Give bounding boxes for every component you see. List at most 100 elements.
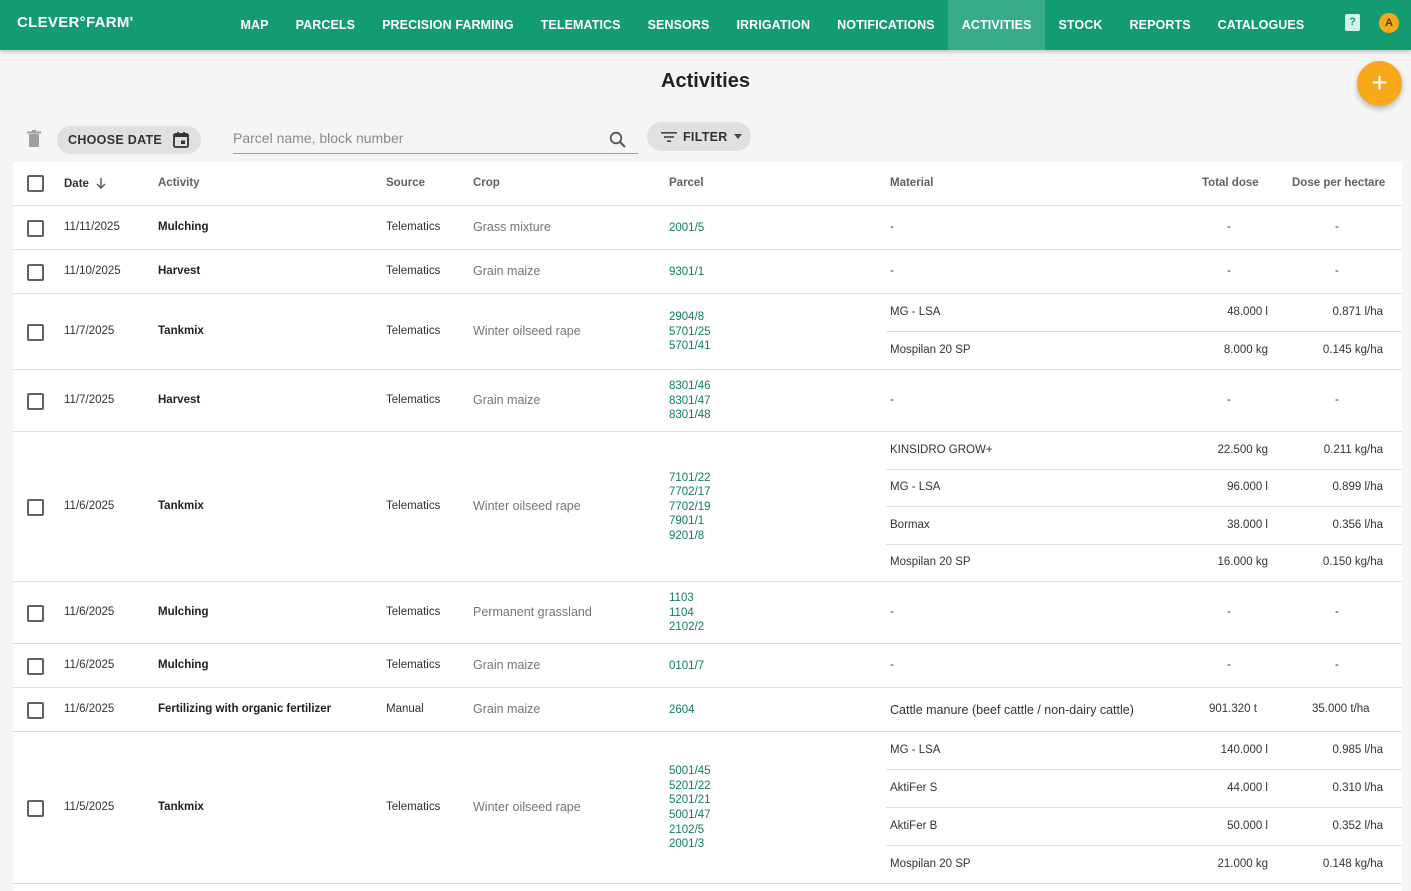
dose-per-hectare: - [1335,606,1339,618]
row-activity[interactable]: Tankmix [158,801,204,813]
table-row: 11/6/2025 Mulching Telematics Grain maize 01… [13,644,1402,688]
total-dose: 21.000 kg [1217,858,1268,870]
parcel-link[interactable]: 0101/7 [669,659,704,674]
column-header-dose-per-hectare: Dose per hectare [1292,177,1386,189]
parcel-link[interactable]: 7702/19 [669,500,711,515]
column-header-material: Material [890,177,934,189]
row-date: 11/6/2025 [64,500,115,512]
row-activity[interactable]: Mulching [158,659,208,671]
parcel-link[interactable]: 9301/1 [669,265,704,280]
row-checkbox[interactable] [27,323,44,341]
row-date: 11/6/2025 [64,703,115,715]
dose-per-hectare: 0.148 kg/ha [1322,858,1383,870]
parcel-link[interactable]: 2001/3 [669,837,711,852]
row-checkbox[interactable] [27,701,44,719]
row-source: Telematics [386,221,441,233]
row-checkbox[interactable] [27,219,44,237]
help-icon[interactable]: ? [1345,14,1360,31]
total-dose: - [1227,659,1231,671]
top-bar: CLEVER°FARM' MAP PARCELS PRECISION FARMING… [0,0,1411,50]
add-activity-button[interactable]: + [1357,61,1402,106]
parcel-link[interactable]: 8301/47 [669,394,711,409]
search-field[interactable] [233,124,638,154]
parcel-link[interactable]: 5701/41 [669,339,711,354]
clever-farm-logo[interactable]: CLEVER°FARM' [17,14,134,31]
dose-per-hectare: - [1335,265,1339,277]
nav-item-notifications[interactable]: NOTIFICATIONS [824,0,949,50]
total-dose: 96.000 l [1227,481,1268,494]
nav-item-sensors[interactable]: SENSORS [634,0,723,50]
parcel-link[interactable]: 7702/17 [669,485,711,500]
row-checkbox[interactable] [27,263,44,281]
parcel-link[interactable]: 9201/8 [669,529,711,544]
nav-item-activities[interactable]: ACTIVITIES [948,0,1045,50]
row-activity[interactable]: Harvest [158,265,200,277]
select-all-checkbox[interactable] [27,175,44,192]
row-checkbox[interactable] [27,799,44,817]
dose-per-hectare: - [1335,394,1339,406]
nav-item-stock[interactable]: STOCK [1045,0,1116,50]
search-icon[interactable] [609,131,626,148]
row-crop: Grain maize [473,702,541,716]
user-avatar[interactable]: A [1379,13,1399,33]
parcel-link[interactable]: 2001/5 [669,221,704,236]
row-crop: Winter oilseed rape [473,324,581,338]
nav-item-parcels[interactable]: PARCELS [282,0,369,50]
row-checkbox[interactable] [27,392,44,410]
row-activity[interactable]: Mulching [158,221,208,233]
material-name: Cattle manure (beef cattle / non-dairy c… [890,703,1134,717]
parcel-link[interactable]: 5001/47 [669,808,711,823]
parcel-link[interactable]: 1104 [669,606,704,621]
row-parcels: 2904/8 5701/25 5701/41 [669,310,711,354]
row-crop: Grain maize [473,393,541,407]
material-row: MG - LSA 140.000 l 0.985 l/ha [886,732,1402,770]
row-date: 11/6/2025 [64,659,115,671]
row-activity[interactable]: Mulching [158,606,208,618]
parcel-link[interactable]: 8301/46 [669,379,711,394]
row-activity[interactable]: Fertilizing with organic fertilizer [158,703,331,715]
row-checkbox[interactable] [27,657,44,675]
delete-icon[interactable] [26,130,42,148]
main-nav: MAP PARCELS PRECISION FARMING TELEMATICS SEN… [227,0,1318,50]
nav-item-telematics[interactable]: TELEMATICS [527,0,634,50]
parcel-link[interactable]: 2604 [669,703,695,718]
row-activity[interactable]: Tankmix [158,325,204,337]
filter-button[interactable]: FILTER [647,122,751,151]
column-header-date-label: Date [64,178,89,190]
nav-item-reports[interactable]: REPORTS [1116,0,1204,50]
nav-item-catalogues[interactable]: CATALOGUES [1204,0,1318,50]
nav-item-irrigation[interactable]: IRRIGATION [723,0,824,50]
column-header-date[interactable]: Date [64,177,107,190]
parcel-link[interactable]: 2904/8 [669,310,711,325]
parcel-link[interactable]: 2102/2 [669,620,704,635]
row-source: Telematics [386,265,441,277]
total-dose: 22.500 kg [1217,443,1268,456]
choose-date-button[interactable]: CHOOSE DATE [57,126,201,154]
material-row: KINSIDRO GROW+ 22.500 kg 0.211 kg/ha [886,432,1402,470]
nav-item-map[interactable]: MAP [227,0,282,50]
row-crop: Grain maize [473,658,541,672]
filter-icon [661,131,677,142]
parcel-link[interactable]: 7101/22 [669,471,711,486]
parcel-link[interactable]: 8301/48 [669,408,711,423]
row-activity[interactable]: Tankmix [158,500,204,512]
parcel-link[interactable]: 1103 [669,591,704,606]
nav-item-precision-farming[interactable]: PRECISION FARMING [369,0,528,50]
row-activity[interactable]: Harvest [158,394,200,406]
parcel-link[interactable]: 5201/21 [669,793,711,808]
parcel-link[interactable]: 7901/1 [669,514,711,529]
search-input[interactable] [233,124,603,152]
parcel-link[interactable]: 5201/22 [669,779,711,794]
parcel-link[interactable]: 5701/25 [669,325,711,340]
total-dose: 50.000 l [1227,820,1268,832]
sort-arrow-down-icon[interactable] [95,177,107,189]
table-row: 11/5/2025 Tankmix Telematics Winter oilseed… [13,732,1402,884]
material-row: Mospilan 20 SP 21.000 kg 0.148 kg/ha [886,846,1402,884]
row-checkbox[interactable] [27,604,44,622]
material-row: Mospilan 20 SP 8.000 kg 0.145 kg/ha [886,332,1402,370]
table-header: Date Activity Source Crop Parcel Materia… [13,162,1402,206]
parcel-link[interactable]: 2102/5 [669,823,711,838]
material-row: Bormax 38.000 l 0.356 l/ha [886,507,1402,545]
parcel-link[interactable]: 5001/45 [669,764,711,779]
row-checkbox[interactable] [27,498,44,516]
